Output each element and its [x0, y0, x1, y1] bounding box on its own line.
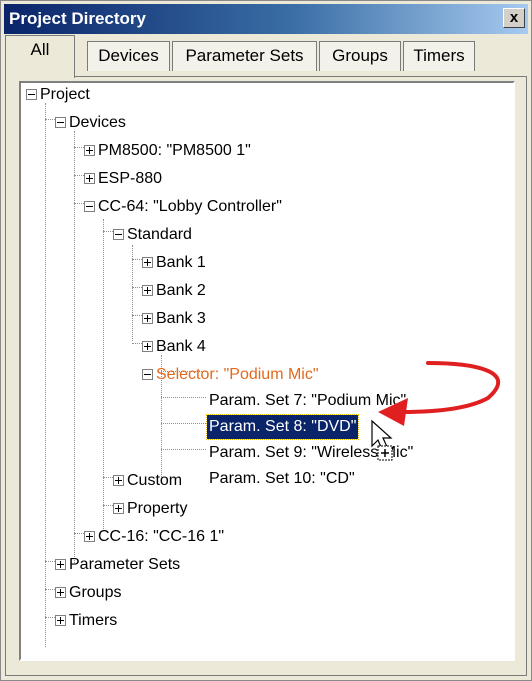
tree-label: Selector: "Podium Mic": [156, 366, 319, 383]
tab-strip: All Devices Parameter Sets Groups Timers: [5, 35, 527, 78]
title-bar[interactable]: Project Directory x: [4, 4, 528, 34]
expand-icon[interactable]: [55, 559, 66, 570]
expand-icon[interactable]: [84, 173, 95, 184]
expand-icon[interactable]: [55, 587, 66, 598]
tree-label: Bank 3: [156, 310, 206, 327]
tree-label-selected: Param. Set 8: "DVD": [205, 414, 360, 440]
tree-label: Devices: [69, 114, 126, 131]
tree-label: Standard: [127, 226, 192, 243]
tree-label: CC-64: "Lobby Controller": [98, 198, 282, 215]
collapse-icon[interactable]: [55, 117, 66, 128]
expand-icon[interactable]: [142, 285, 153, 296]
tree-label: Bank 2: [156, 282, 206, 299]
tree-label: Parameter Sets: [69, 556, 181, 573]
tree-label: Timers: [69, 612, 118, 629]
expand-icon[interactable]: [84, 145, 95, 156]
expand-icon[interactable]: [84, 531, 95, 542]
tree-line: [161, 423, 206, 424]
collapse-icon[interactable]: [142, 369, 153, 380]
tree-label: Param. Set 7: "Podium Mic": [209, 392, 407, 409]
tree-label: ESP-880: [98, 170, 163, 187]
tree-label: Custom: [127, 472, 183, 489]
project-tree[interactable]: Project Devices PM8500: "PM8500 1" ESP-8…: [19, 81, 515, 661]
tab-panel: Project Devices PM8500: "PM8500 1" ESP-8…: [5, 76, 527, 676]
tree-label: CC-16: "CC-16 1": [98, 528, 225, 545]
tab-devices[interactable]: Devices: [87, 41, 170, 71]
expand-icon[interactable]: [142, 341, 153, 352]
tree-line: [45, 103, 46, 647]
tree-line: [161, 449, 206, 450]
tab-timers[interactable]: Timers: [403, 41, 475, 71]
tree-line: [161, 397, 206, 398]
collapse-icon[interactable]: [26, 89, 37, 100]
tab-all[interactable]: All: [5, 35, 75, 78]
close-icon[interactable]: x: [503, 8, 525, 28]
expand-icon[interactable]: [142, 313, 153, 324]
expand-icon[interactable]: [55, 615, 66, 626]
project-directory-window: Project Directory x All Devices Paramete…: [0, 0, 532, 681]
tree-label: Param. Set 9: "Wireless Mic": [209, 444, 414, 461]
tree-label: Groups: [69, 584, 122, 601]
tree-label: Property: [127, 500, 188, 517]
expand-icon[interactable]: [113, 503, 124, 514]
tree-line: [103, 219, 104, 531]
window-title: Project Directory: [9, 9, 146, 28]
tree-label: PM8500: "PM8500 1": [98, 142, 251, 159]
expand-icon[interactable]: [142, 257, 153, 268]
tree-line: [74, 131, 75, 563]
collapse-icon[interactable]: [84, 201, 95, 212]
tree-label: Project: [40, 86, 90, 103]
expand-icon[interactable]: [113, 475, 124, 486]
tab-groups[interactable]: Groups: [319, 41, 401, 71]
collapse-icon[interactable]: [113, 229, 124, 240]
tree-label: Bank 1: [156, 254, 206, 271]
tree-label: Param. Set 10: "CD": [209, 470, 355, 487]
tab-parameter-sets[interactable]: Parameter Sets: [172, 41, 317, 71]
tree-label: Bank 4: [156, 338, 206, 355]
